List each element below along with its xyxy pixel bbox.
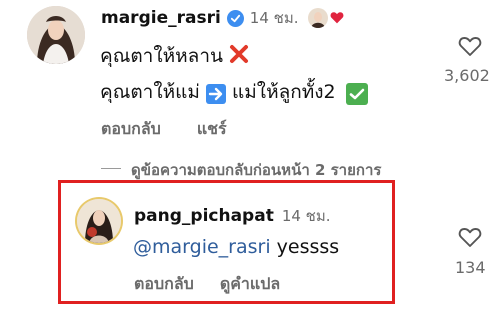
timestamp: 14 ชม. — [249, 9, 299, 27]
check-mark-icon — [345, 83, 368, 105]
comment-actions: ตอบกลับ แชร์ — [101, 117, 227, 142]
divider — [101, 168, 121, 169]
heart-icon[interactable] — [458, 226, 482, 252]
reply-header: pang_pichapat 14 ชม. — [134, 206, 331, 226]
reply-text: @margie_rasri yessss — [133, 234, 339, 260]
reply-button[interactable]: ตอบกลับ — [134, 272, 194, 297]
reply-username[interactable]: pang_pichapat — [134, 206, 274, 226]
heart-icon[interactable] — [458, 35, 482, 61]
reply-avatar[interactable] — [77, 199, 121, 243]
red-heart-icon — [330, 9, 344, 28]
red-cross-mark-icon — [229, 44, 249, 71]
verified-badge-icon — [226, 9, 244, 27]
comment-text-line-1: คุณตาให้หลาน — [100, 43, 249, 71]
reply-button[interactable]: ตอบกลับ — [101, 117, 161, 142]
comment-text-line-2: คุณตาให้แม่ แม่ให้ลูกทั้ง2 — [100, 79, 368, 105]
view-previous-replies-button[interactable]: ดูข้อความตอบกลับก่อนหน้า 2 รายการ — [131, 158, 381, 182]
reply-timestamp: 14 ชม. — [281, 207, 331, 225]
comment-text: คุณตาให้หลาน — [100, 45, 223, 67]
right-arrow-icon — [205, 84, 226, 104]
share-button[interactable]: แชร์ — [197, 117, 227, 142]
comment-text: คุณตาให้แม่ — [100, 81, 200, 103]
username[interactable]: margie_rasri — [101, 8, 221, 28]
see-translation-button[interactable]: ดูคำแปล — [220, 272, 280, 297]
comment-header: margie_rasri 14 ชม. — [101, 8, 344, 28]
reply-message: yessss — [276, 236, 340, 258]
mention-link[interactable]: @margie_rasri — [133, 236, 271, 258]
comment-text: แม่ให้ลูกทั้ง2 — [232, 81, 336, 103]
avatar[interactable] — [27, 6, 85, 64]
author-avatar-small — [308, 8, 329, 28]
like-count: 3,602 — [444, 66, 490, 85]
reply-actions: ตอบกลับ ดูคำแปล — [134, 272, 280, 297]
reply-like-count: 134 — [455, 258, 486, 277]
